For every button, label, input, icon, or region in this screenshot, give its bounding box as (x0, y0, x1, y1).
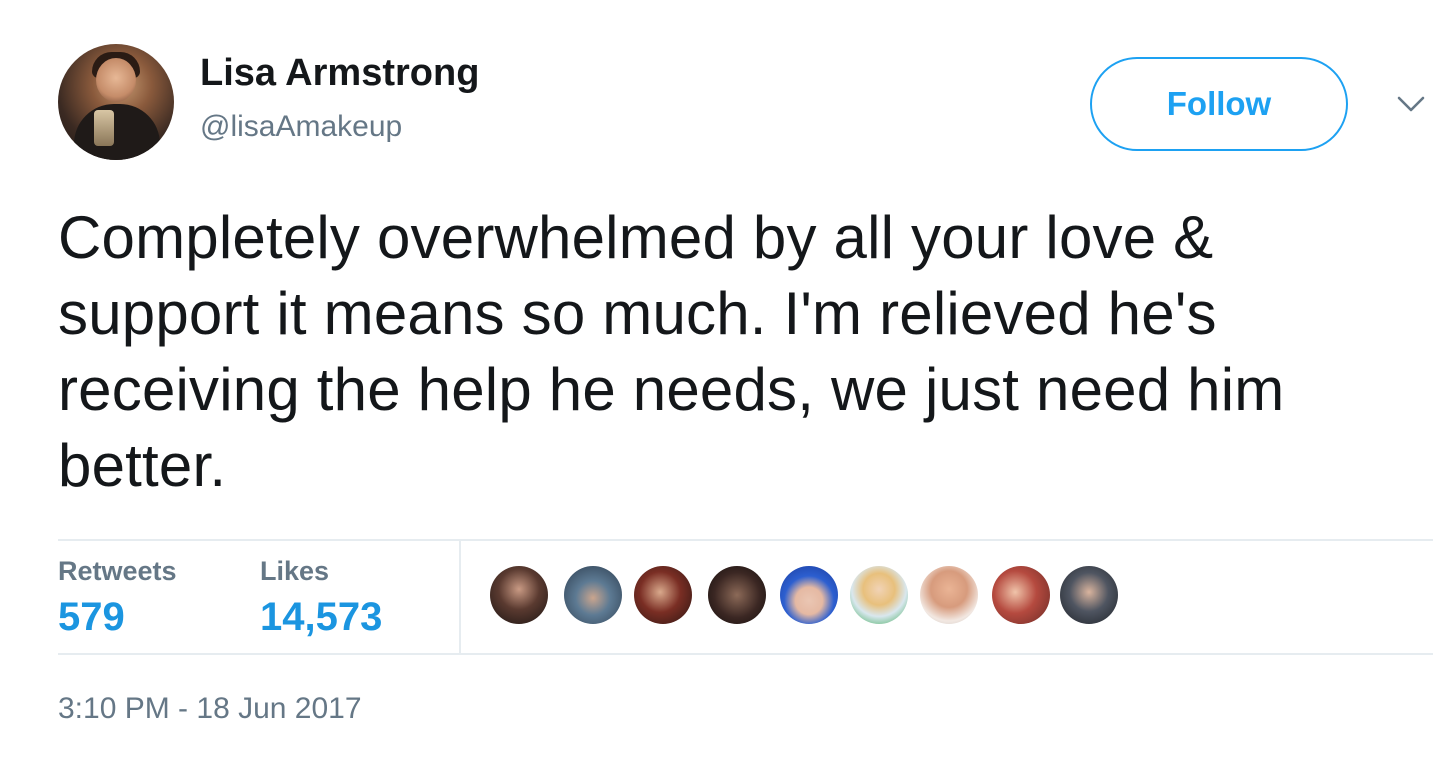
retweets-count: 579 (58, 595, 125, 639)
stats-divider (459, 541, 461, 653)
retweets-stat[interactable]: Retweets 579 (58, 556, 177, 640)
liker-avatar[interactable] (920, 566, 978, 624)
likes-count: 14,573 (260, 595, 383, 639)
avatar-head (96, 58, 136, 102)
follow-button[interactable]: Follow (1090, 57, 1348, 151)
chevron-down-icon[interactable] (1396, 94, 1426, 116)
tweet-card: Lisa Armstrong @lisaAmakeup Follow Compl… (0, 0, 1440, 757)
divider (58, 539, 1433, 541)
author-name[interactable]: Lisa Armstrong (200, 52, 479, 95)
avatar-body (74, 104, 160, 160)
likes-stat[interactable]: Likes 14,573 (260, 556, 382, 640)
tweet-timestamp[interactable]: 3:10 PM - 18 Jun 2017 (58, 692, 362, 726)
liker-avatar[interactable] (992, 566, 1050, 624)
liker-avatar[interactable] (1060, 566, 1118, 624)
liker-avatar[interactable] (708, 566, 766, 624)
liker-avatar[interactable] (490, 566, 548, 624)
author-avatar[interactable] (58, 44, 174, 160)
author-handle[interactable]: @lisaAmakeup (200, 110, 402, 144)
liker-avatar[interactable] (564, 566, 622, 624)
retweets-label: Retweets (58, 556, 177, 586)
divider (58, 653, 1433, 655)
liker-avatar[interactable] (634, 566, 692, 624)
liker-avatar[interactable] (850, 566, 908, 624)
tweet-text: Completely overwhelmed by all your love … (58, 204, 1285, 499)
avatar-trophy (94, 110, 114, 146)
liker-avatar[interactable] (780, 566, 838, 624)
likes-label: Likes (260, 556, 330, 586)
